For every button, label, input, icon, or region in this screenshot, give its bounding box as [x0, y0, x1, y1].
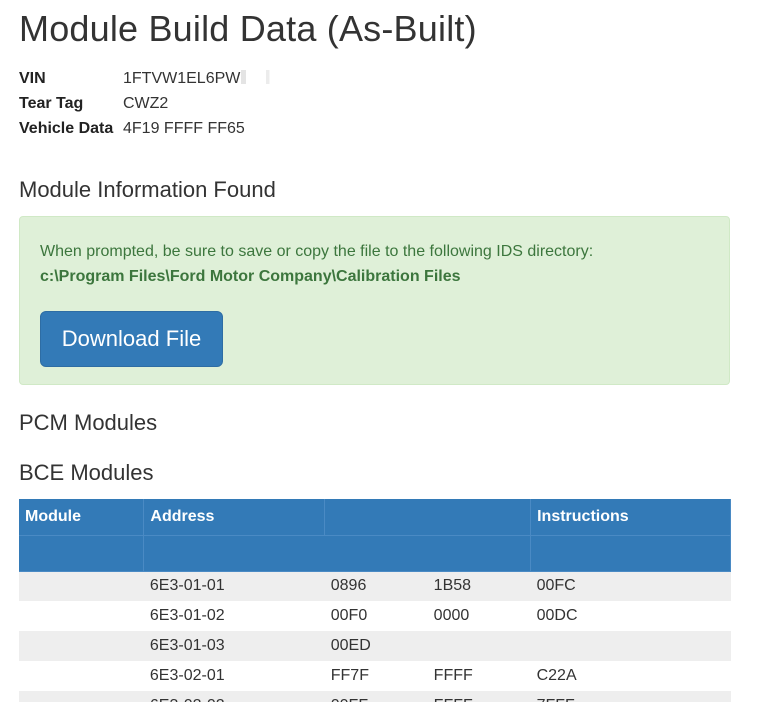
header-address: Address	[143, 499, 326, 536]
vin-text: 1FTVW1EL6PW	[123, 70, 241, 87]
instructions-cell: 00DC	[530, 601, 731, 631]
value-cell: FFFF	[427, 691, 531, 702]
module-info-heading: Module Information Found	[19, 177, 276, 202]
address-cell: 6E3-01-01	[143, 571, 325, 601]
subheader-cell	[19, 535, 145, 572]
value-cell: 1B58	[427, 571, 531, 601]
instructions-cell: 7FFF	[530, 691, 731, 702]
value-cell: 00FF	[324, 691, 428, 702]
vin-label: VIN	[19, 70, 46, 87]
value-cell: FF7F	[324, 661, 428, 691]
table-row: 6E3-01-02 00F0 0000 00DC	[19, 601, 731, 631]
vehicle-info: VIN 1FTVW1EL6PW Tear Tag CWZ2 Vehicle Da…	[19, 66, 304, 141]
table-header-row: Module Address Instructions	[19, 499, 731, 536]
address-cell: 6E3-02-02	[143, 691, 325, 702]
bce-modules-heading: BCE Modules	[19, 460, 154, 485]
bce-modules-table: Module Address Instructions 6E3-01-01 08…	[19, 499, 731, 702]
vehicle-data-row: Vehicle Data 4F19 FFFF FF65	[19, 116, 303, 141]
value-cell: 00ED	[324, 631, 428, 661]
address-cell: 6E3-01-02	[143, 601, 325, 631]
tear-tag-value: CWZ2	[123, 95, 169, 112]
value-cell: FFFF	[427, 661, 531, 691]
module-cell	[19, 631, 144, 661]
module-cell	[19, 661, 144, 691]
value-cell: 00F0	[324, 601, 428, 631]
page: Module Build Data (As-Built) VIN 1FTVW1E…	[0, 0, 771, 702]
tear-tag-label: Tear Tag	[19, 95, 84, 112]
value-cell: 0896	[324, 571, 428, 601]
ids-directory-path: c:\Program Files\Ford Motor Company\Cali…	[40, 268, 461, 285]
instructions-cell: C22A	[530, 661, 731, 691]
address-cell: 6E3-02-01	[143, 661, 325, 691]
value-cell	[427, 631, 531, 661]
vin-value: 1FTVW1EL6PW	[123, 66, 304, 91]
alert-text: When prompted, be sure to save or copy t…	[40, 243, 594, 260]
address-cell: 6E3-01-03	[143, 631, 325, 661]
header-instructions: Instructions	[530, 499, 731, 536]
module-info-alert: When prompted, be sure to save or copy t…	[19, 216, 730, 385]
value-cell: 0000	[427, 601, 531, 631]
header-module: Module	[19, 499, 145, 536]
page-title: Module Build Data (As-Built)	[19, 8, 477, 49]
subheader-cell	[530, 535, 731, 572]
table-row: 6E3-02-02 00FF FFFF 7FFF	[19, 691, 731, 702]
module-cell	[19, 691, 144, 702]
download-file-button[interactable]: Download File	[40, 311, 223, 367]
table-subheader-row	[19, 535, 731, 572]
alert-message: When prompted, be sure to save or copy t…	[40, 239, 593, 289]
instructions-cell: 00FC	[530, 571, 731, 601]
table-row: 6E3-02-01 FF7F FFFF C22A	[19, 661, 731, 691]
vehicle-data-label: Vehicle Data	[19, 120, 114, 137]
module-cell	[19, 601, 144, 631]
vin-redaction	[241, 70, 304, 84]
vehicle-data-value: 4F19 FFFF FF65	[123, 120, 245, 137]
table-row: 6E3-01-01 0896 1B58 00FC	[19, 571, 731, 601]
vin-row: VIN 1FTVW1EL6PW	[19, 66, 304, 91]
instructions-cell	[530, 631, 731, 661]
module-cell	[19, 571, 144, 601]
header-blank	[324, 499, 532, 536]
pcm-modules-heading: PCM Modules	[19, 410, 158, 435]
tear-tag-row: Tear Tag CWZ2	[19, 91, 303, 116]
subheader-cell	[143, 535, 532, 572]
table-row: 6E3-01-03 00ED	[19, 631, 731, 661]
